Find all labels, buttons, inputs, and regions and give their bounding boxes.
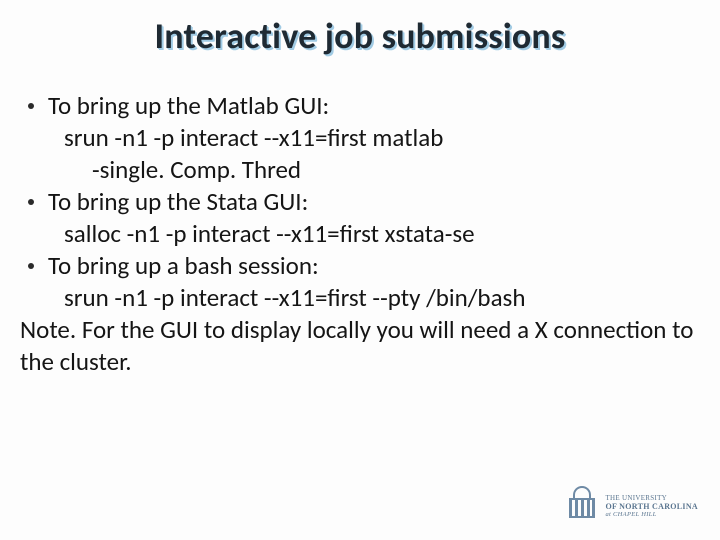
- slide-body: To bring up the Matlab GUI: srun -n1 -p …: [20, 90, 700, 378]
- logo-line: THE UNIVERSITY: [605, 494, 698, 502]
- bullet-line: srun -n1 -p interact --x11=first matlab: [64, 122, 700, 154]
- bullet-line: srun -n1 -p interact --x11=first --pty /…: [64, 282, 700, 314]
- bullet-line: salloc -n1 -p interact --x11=first xstat…: [64, 218, 700, 250]
- slide-title: Interactive job submissions: [0, 14, 720, 58]
- logo-line: at CHAPEL HILL: [605, 511, 698, 518]
- bullet-dot-icon: [28, 103, 34, 109]
- bullet-item: To bring up a bash session:: [20, 250, 700, 282]
- bullet-item: To bring up the Stata GUI:: [20, 186, 700, 218]
- bullet-lead: To bring up the Matlab GUI:: [48, 90, 700, 122]
- bullet-lead: To bring up the Stata GUI:: [48, 186, 700, 218]
- slide: Interactive job submissions To bring up …: [0, 0, 720, 540]
- old-well-icon: [567, 486, 597, 526]
- logo-line: of NORTH CAROLINA: [605, 502, 698, 511]
- bullet-lead: To bring up a bash session:: [48, 250, 700, 282]
- logo-text: THE UNIVERSITY of NORTH CAROLINA at CHAP…: [605, 494, 698, 519]
- note-text: Note. For the GUI to display locally you…: [20, 314, 700, 378]
- bullet-dot-icon: [28, 199, 34, 205]
- bullet-item: To bring up the Matlab GUI:: [20, 90, 700, 122]
- unc-logo: THE UNIVERSITY of NORTH CAROLINA at CHAP…: [567, 486, 698, 526]
- bullet-dot-icon: [28, 263, 34, 269]
- bullet-line: -single. Comp. Thred: [92, 154, 700, 186]
